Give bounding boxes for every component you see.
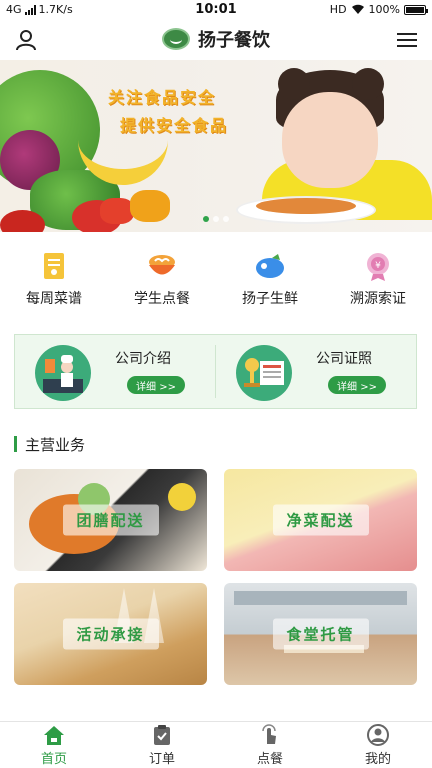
tab-label: 首页	[40, 751, 67, 767]
business-card-canteen[interactable]: 食堂托管	[224, 583, 417, 685]
company-intro-title: 公司介绍	[115, 351, 171, 367]
company-intro-detail-button[interactable]: 详细 >>	[127, 376, 185, 394]
company-intro-illustration	[35, 345, 91, 401]
company-license-title: 公司证照	[316, 351, 372, 367]
battery-percent: 100%	[368, 3, 400, 16]
status-bar: 4G 1.7K/s 10:01 HD 100%	[0, 0, 432, 20]
quick-nav-weekly-menu[interactable]: 每周菜谱	[0, 250, 108, 318]
brand-logo-icon	[162, 28, 190, 50]
home-icon	[44, 725, 64, 745]
business-card-clean-veg[interactable]: 净菜配送	[224, 469, 417, 571]
carousel-dots[interactable]	[0, 216, 432, 222]
fresh-produce-icon	[256, 254, 284, 278]
business-label: 活动承接	[62, 618, 159, 650]
quick-nav-label: 每周菜谱	[26, 291, 82, 307]
quick-nav-student-order[interactable]: 学生点餐	[108, 250, 216, 318]
menu-icon[interactable]	[396, 30, 418, 50]
quick-nav-label: 扬子生鲜	[242, 291, 298, 307]
profile-icon	[367, 723, 389, 746]
business-card-events[interactable]: 活动承接	[14, 583, 207, 685]
business-label: 食堂托管	[272, 618, 369, 650]
section-title: 主营业务	[25, 435, 86, 454]
company-license-detail-button[interactable]: 详细 >>	[328, 376, 386, 394]
tab-label: 点餐	[256, 751, 283, 767]
tab-label: 我的	[364, 751, 391, 767]
bottom-tab-bar: 首页 订单 点餐 我的	[0, 721, 432, 768]
business-card-group-meal[interactable]: 团膳配送	[14, 469, 207, 571]
carousel-dot[interactable]	[223, 216, 229, 222]
quick-nav-label: 学生点餐	[134, 291, 190, 307]
quick-nav-traceability[interactable]: ¥ 溯源索证	[324, 250, 432, 318]
trace-certificate-icon: ¥	[367, 253, 389, 281]
tab-profile[interactable]: 我的	[324, 722, 432, 768]
page-title: 扬子餐饮	[198, 30, 270, 51]
quick-nav-label: 溯源索证	[350, 291, 406, 307]
app-header: 扬子餐饮	[0, 22, 432, 60]
tap-order-icon	[262, 723, 276, 744]
company-intro[interactable]: 公司介绍 详细 >>	[15, 335, 215, 408]
carousel-dot[interactable]	[213, 216, 219, 222]
section-accent-bar	[14, 436, 17, 452]
tab-label: 订单	[148, 751, 175, 767]
quick-nav-fresh[interactable]: 扬子生鲜	[216, 250, 324, 318]
banner-child-hair	[278, 68, 310, 100]
quick-nav: 每周菜谱 学生点餐 扬子生鲜 ¥ 溯源索证	[0, 250, 432, 318]
carousel-dot[interactable]	[203, 216, 209, 222]
company-license[interactable]: 公司证照 详细 >>	[216, 335, 416, 408]
banner-child-face	[282, 92, 378, 188]
tab-home[interactable]: 首页	[0, 722, 108, 768]
hd-indicator: HD	[329, 3, 347, 16]
banner-subheadline: 提供安全食品	[120, 116, 229, 135]
status-right: HD 100%	[329, 3, 428, 16]
meal-bowl-icon	[149, 255, 175, 275]
menu-book-icon	[44, 253, 64, 279]
banner-headline: 关注食品安全	[108, 88, 217, 107]
business-label: 净菜配送	[272, 504, 369, 536]
company-info-card: 公司介绍 详细 >> 公司证照 详细 >>	[14, 334, 417, 409]
battery-icon	[404, 4, 428, 15]
svg-text:¥: ¥	[375, 261, 381, 271]
tab-order-meal[interactable]: 点餐	[216, 722, 324, 768]
section-header: 主营业务	[14, 434, 85, 454]
brand: 扬子餐饮	[0, 26, 432, 52]
banner-pasta-image	[256, 198, 356, 214]
tab-orders[interactable]: 订单	[108, 722, 216, 768]
order-clipboard-icon	[154, 724, 170, 745]
business-label: 团膳配送	[62, 504, 159, 536]
banner-child-hair	[352, 68, 384, 100]
wifi-icon	[351, 4, 364, 14]
company-license-illustration	[236, 345, 292, 401]
